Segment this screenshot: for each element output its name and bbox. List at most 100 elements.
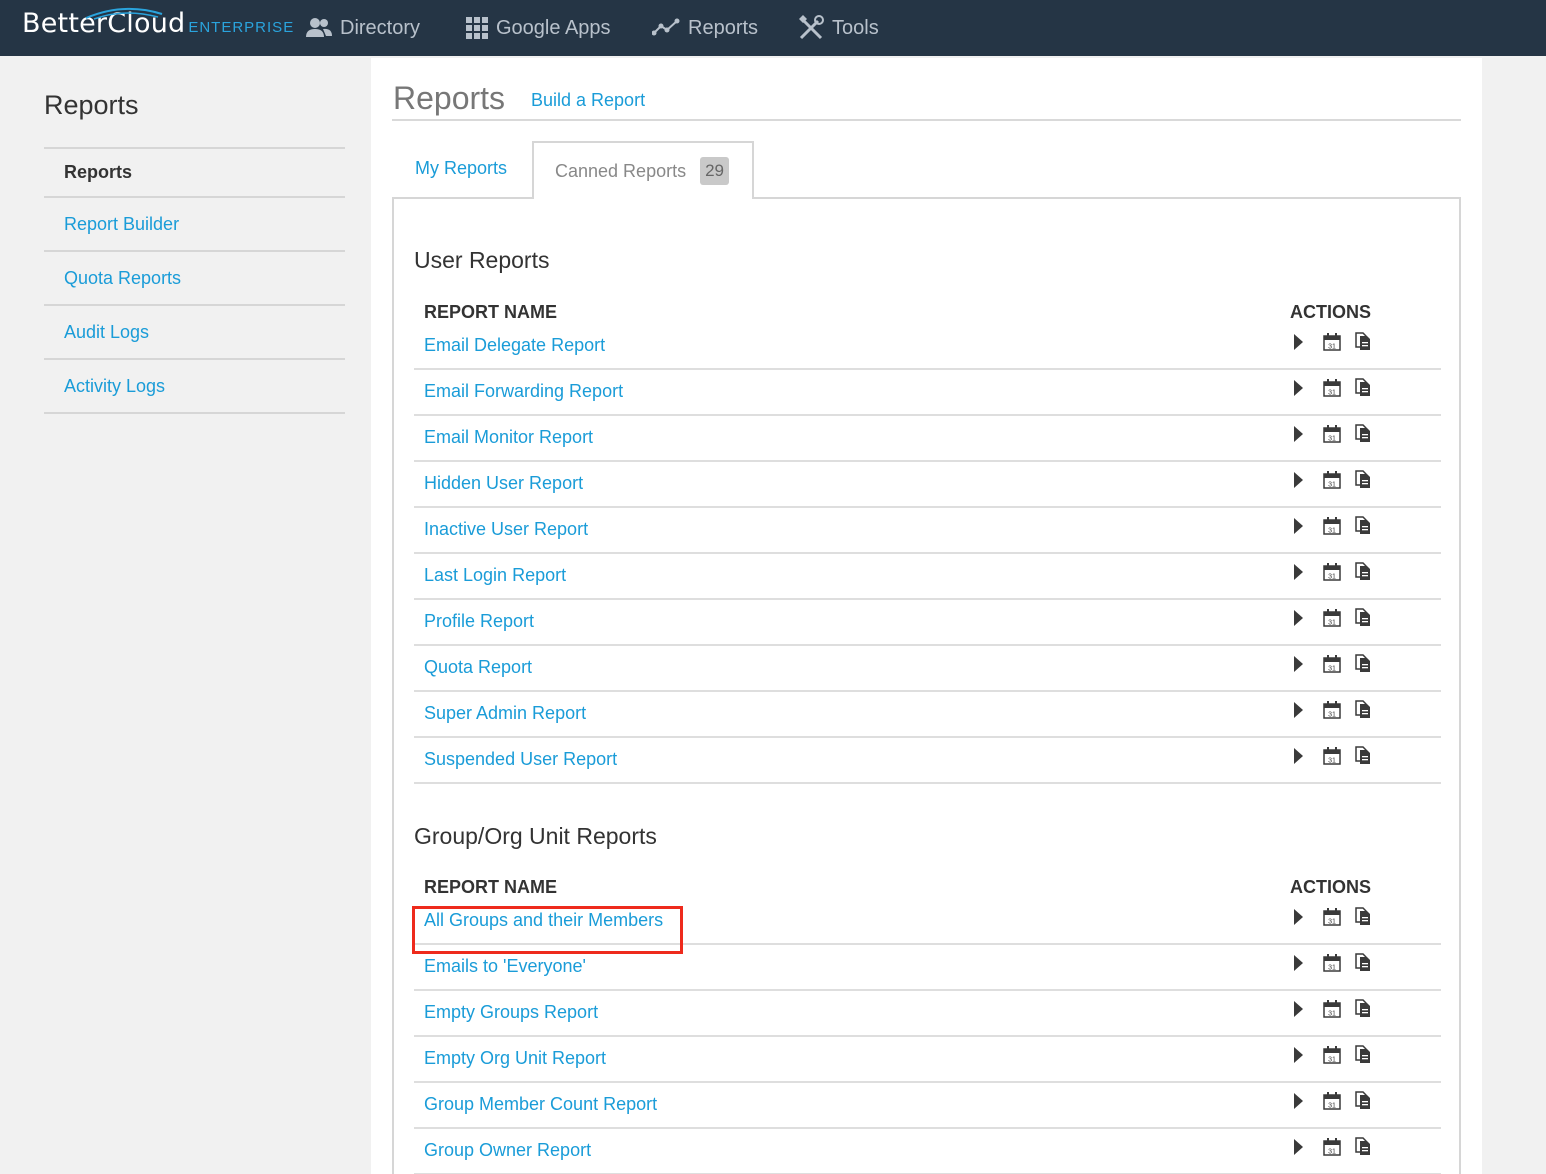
schedule-calendar-icon[interactable]: 31 xyxy=(1323,1045,1341,1064)
schedule-calendar-icon[interactable]: 31 xyxy=(1323,516,1341,535)
export-document-icon[interactable] xyxy=(1355,746,1371,765)
run-report-icon[interactable] xyxy=(1294,1092,1303,1109)
schedule-calendar-icon[interactable]: 31 xyxy=(1323,746,1341,765)
tab-canned-reports[interactable]: Canned Reports 29 xyxy=(532,141,754,199)
table-row: Email Monitor Report 31 xyxy=(414,416,1441,462)
row-actions: 31 xyxy=(1294,516,1371,535)
export-document-icon[interactable] xyxy=(1355,378,1371,397)
report-link[interactable]: Email Forwarding Report xyxy=(424,381,623,402)
run-report-icon[interactable] xyxy=(1294,425,1303,442)
calendar-day: 31 xyxy=(1328,665,1336,672)
report-link[interactable]: Profile Report xyxy=(424,611,534,632)
report-link[interactable]: Quota Report xyxy=(424,657,532,678)
run-report-icon[interactable] xyxy=(1294,471,1303,488)
report-link[interactable]: Email Delegate Report xyxy=(424,335,605,356)
nav-reports[interactable]: Reports xyxy=(652,10,758,46)
row-actions: 31 xyxy=(1294,700,1371,719)
calendar-day: 31 xyxy=(1328,757,1336,764)
export-document-icon[interactable] xyxy=(1355,1137,1371,1156)
row-actions: 31 xyxy=(1294,654,1371,673)
export-document-icon[interactable] xyxy=(1355,1091,1371,1110)
schedule-calendar-icon[interactable]: 31 xyxy=(1323,470,1341,489)
run-report-icon[interactable] xyxy=(1294,1046,1303,1063)
sidebar-item-quota-reports[interactable]: Quota Reports xyxy=(44,252,345,306)
export-document-icon[interactable] xyxy=(1355,470,1371,489)
report-link[interactable]: Group Owner Report xyxy=(424,1140,591,1161)
schedule-calendar-icon[interactable]: 31 xyxy=(1323,700,1341,719)
export-document-icon[interactable] xyxy=(1355,562,1371,581)
calendar-day: 31 xyxy=(1328,481,1336,488)
export-document-icon[interactable] xyxy=(1355,608,1371,627)
export-document-icon[interactable] xyxy=(1355,516,1371,535)
report-link[interactable]: Hidden User Report xyxy=(424,473,583,494)
calendar-day: 31 xyxy=(1328,1102,1336,1109)
schedule-calendar-icon[interactable]: 31 xyxy=(1323,562,1341,581)
export-document-icon[interactable] xyxy=(1355,424,1371,443)
run-report-icon[interactable] xyxy=(1294,333,1303,350)
row-actions: 31 xyxy=(1294,1091,1371,1110)
run-report-icon[interactable] xyxy=(1294,563,1303,580)
nav-directory[interactable]: Directory xyxy=(306,10,420,46)
schedule-calendar-icon[interactable]: 31 xyxy=(1323,953,1341,972)
sidebar-item-activity-logs[interactable]: Activity Logs xyxy=(44,360,345,414)
run-report-icon[interactable] xyxy=(1294,1000,1303,1017)
sidebar-item-report-builder[interactable]: Report Builder xyxy=(44,198,345,252)
sidebar-item-reports[interactable]: Reports xyxy=(44,149,345,198)
schedule-calendar-icon[interactable]: 31 xyxy=(1323,907,1341,926)
build-report-link[interactable]: Build a Report xyxy=(531,90,645,111)
cloud-arc-icon xyxy=(85,7,163,20)
table-row: Inactive User Report 31 xyxy=(414,508,1441,554)
schedule-calendar-icon[interactable]: 31 xyxy=(1323,1137,1341,1156)
report-link[interactable]: Empty Org Unit Report xyxy=(424,1048,606,1069)
report-link[interactable]: Email Monitor Report xyxy=(424,427,593,448)
schedule-calendar-icon[interactable]: 31 xyxy=(1323,999,1341,1018)
report-link[interactable]: Emails to 'Everyone' xyxy=(424,956,586,977)
run-report-icon[interactable] xyxy=(1294,908,1303,925)
export-document-icon[interactable] xyxy=(1355,907,1371,926)
report-link[interactable]: Last Login Report xyxy=(424,565,566,586)
nav-google-apps[interactable]: Google Apps xyxy=(466,10,611,46)
row-actions: 31 xyxy=(1294,1045,1371,1064)
count-badge: 29 xyxy=(700,157,730,185)
row-actions: 31 xyxy=(1294,470,1371,489)
run-report-icon[interactable] xyxy=(1294,609,1303,626)
schedule-calendar-icon[interactable]: 31 xyxy=(1323,378,1341,397)
export-document-icon[interactable] xyxy=(1355,700,1371,719)
schedule-calendar-icon[interactable]: 31 xyxy=(1323,1091,1341,1110)
nav-label: Tools xyxy=(832,16,879,39)
page-title: Reports xyxy=(393,80,506,116)
export-document-icon[interactable] xyxy=(1355,999,1371,1018)
run-report-icon[interactable] xyxy=(1294,747,1303,764)
calendar-day: 31 xyxy=(1328,619,1336,626)
run-report-icon[interactable] xyxy=(1294,1138,1303,1155)
report-link[interactable]: Super Admin Report xyxy=(424,703,586,724)
run-report-icon[interactable] xyxy=(1294,379,1303,396)
report-link[interactable]: Suspended User Report xyxy=(424,749,617,770)
run-report-icon[interactable] xyxy=(1294,655,1303,672)
column-header-actions: ACTIONS xyxy=(1290,877,1371,897)
nav-label: Directory xyxy=(340,16,421,39)
export-document-icon[interactable] xyxy=(1355,332,1371,351)
section-title-group-org-reports: Group/Org Unit Reports xyxy=(414,823,657,849)
calendar-day: 31 xyxy=(1328,389,1336,396)
calendar-day: 31 xyxy=(1328,1056,1336,1063)
schedule-calendar-icon[interactable]: 31 xyxy=(1323,654,1341,673)
schedule-calendar-icon[interactable]: 31 xyxy=(1323,424,1341,443)
sidebar-item-audit-logs[interactable]: Audit Logs xyxy=(44,306,345,360)
tab-my-reports[interactable]: My Reports xyxy=(415,158,507,179)
table-row: Email Forwarding Report 31 xyxy=(414,370,1441,416)
schedule-calendar-icon[interactable]: 31 xyxy=(1323,332,1341,351)
export-document-icon[interactable] xyxy=(1355,1045,1371,1064)
run-report-icon[interactable] xyxy=(1294,517,1303,534)
export-document-icon[interactable] xyxy=(1355,654,1371,673)
calendar-day: 31 xyxy=(1328,711,1336,718)
export-document-icon[interactable] xyxy=(1355,953,1371,972)
report-link[interactable]: Empty Groups Report xyxy=(424,1002,598,1023)
run-report-icon[interactable] xyxy=(1294,701,1303,718)
report-link[interactable]: Group Member Count Report xyxy=(424,1094,657,1115)
run-report-icon[interactable] xyxy=(1294,954,1303,971)
report-link[interactable]: Inactive User Report xyxy=(424,519,588,540)
nav-tools[interactable]: Tools xyxy=(798,10,879,46)
schedule-calendar-icon[interactable]: 31 xyxy=(1323,608,1341,627)
brand-logo[interactable]: BetterCloud ENTERPRISE xyxy=(22,7,294,48)
